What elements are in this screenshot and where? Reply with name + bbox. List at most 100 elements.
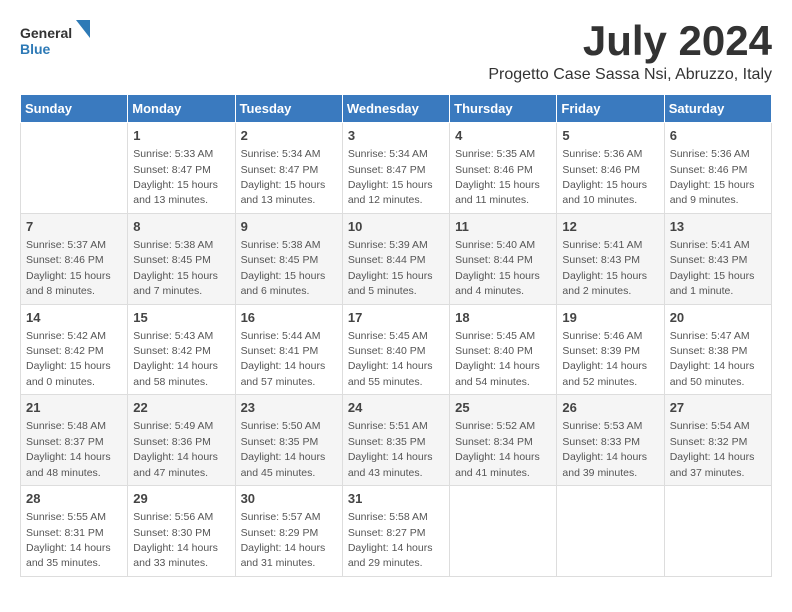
day-info: Sunrise: 5:42 AM Sunset: 8:42 PM Dayligh…: [26, 330, 111, 388]
calendar-cell: 15 Sunrise: 5:43 AM Sunset: 8:42 PM Dayli…: [128, 304, 235, 395]
calendar-cell: 29 Sunrise: 5:56 AM Sunset: 8:30 PM Dayli…: [128, 486, 235, 577]
day-number: 15: [133, 309, 229, 327]
day-info: Sunrise: 5:45 AM Sunset: 8:40 PM Dayligh…: [455, 330, 540, 388]
header-day-tuesday: Tuesday: [235, 95, 342, 123]
day-info: Sunrise: 5:57 AM Sunset: 8:29 PM Dayligh…: [241, 511, 326, 569]
header: General Blue July 2024 Progetto Case Sas…: [20, 20, 772, 84]
calendar-cell: 12 Sunrise: 5:41 AM Sunset: 8:43 PM Dayli…: [557, 213, 664, 304]
day-info: Sunrise: 5:48 AM Sunset: 8:37 PM Dayligh…: [26, 420, 111, 478]
day-number: 7: [26, 218, 122, 236]
calendar-cell: 22 Sunrise: 5:49 AM Sunset: 8:36 PM Dayli…: [128, 395, 235, 486]
day-info: Sunrise: 5:36 AM Sunset: 8:46 PM Dayligh…: [562, 148, 647, 206]
title-area: July 2024 Progetto Case Sassa Nsi, Abruz…: [488, 20, 772, 84]
day-info: Sunrise: 5:51 AM Sunset: 8:35 PM Dayligh…: [348, 420, 433, 478]
week-row-2: 7 Sunrise: 5:37 AM Sunset: 8:46 PM Daylig…: [21, 213, 772, 304]
day-number: 14: [26, 309, 122, 327]
calendar-cell: 14 Sunrise: 5:42 AM Sunset: 8:42 PM Dayli…: [21, 304, 128, 395]
calendar-table: SundayMondayTuesdayWednesdayThursdayFrid…: [20, 94, 772, 577]
week-row-5: 28 Sunrise: 5:55 AM Sunset: 8:31 PM Dayli…: [21, 486, 772, 577]
calendar-cell: 5 Sunrise: 5:36 AM Sunset: 8:46 PM Daylig…: [557, 123, 664, 214]
day-number: 18: [455, 309, 551, 327]
calendar-cell: 25Sunrise: 5:52 AM Sunset: 8:34 PM Dayli…: [450, 395, 557, 486]
day-number: 22: [133, 399, 229, 417]
calendar-cell: 31 Sunrise: 5:58 AM Sunset: 8:27 PM Dayli…: [342, 486, 449, 577]
svg-text:General: General: [20, 25, 72, 41]
calendar-cell: [664, 486, 771, 577]
calendar-cell: 7 Sunrise: 5:37 AM Sunset: 8:46 PM Daylig…: [21, 213, 128, 304]
calendar-cell: 17 Sunrise: 5:45 AM Sunset: 8:40 PM Dayli…: [342, 304, 449, 395]
calendar-cell: 6Sunrise: 5:36 AM Sunset: 8:46 PM Daylig…: [664, 123, 771, 214]
svg-text:Blue: Blue: [20, 41, 51, 57]
day-info: Sunrise: 5:37 AM Sunset: 8:46 PM Dayligh…: [26, 239, 111, 297]
day-info: Sunrise: 5:40 AM Sunset: 8:44 PM Dayligh…: [455, 239, 540, 297]
calendar-cell: 11 Sunrise: 5:40 AM Sunset: 8:44 PM Dayli…: [450, 213, 557, 304]
day-info: Sunrise: 5:52 AM Sunset: 8:34 PM Dayligh…: [455, 420, 540, 478]
day-number: 24: [348, 399, 444, 417]
calendar-cell: 4 Sunrise: 5:35 AM Sunset: 8:46 PM Daylig…: [450, 123, 557, 214]
week-row-3: 14 Sunrise: 5:42 AM Sunset: 8:42 PM Dayli…: [21, 304, 772, 395]
day-number: 11: [455, 218, 551, 236]
day-info: Sunrise: 5:54 AM Sunset: 8:32 PM Dayligh…: [670, 420, 755, 478]
calendar-cell: 18 Sunrise: 5:45 AM Sunset: 8:40 PM Dayli…: [450, 304, 557, 395]
calendar-cell: 8 Sunrise: 5:38 AM Sunset: 8:45 PM Daylig…: [128, 213, 235, 304]
week-row-1: 1Sunrise: 5:33 AM Sunset: 8:47 PM Daylig…: [21, 123, 772, 214]
calendar-cell: 27 Sunrise: 5:54 AM Sunset: 8:32 PM Dayli…: [664, 395, 771, 486]
subtitle: Progetto Case Sassa Nsi, Abruzzo, Italy: [488, 66, 772, 84]
day-number: 21: [26, 399, 122, 417]
day-info: Sunrise: 5:46 AM Sunset: 8:39 PM Dayligh…: [562, 330, 647, 388]
day-info: Sunrise: 5:39 AM Sunset: 8:44 PM Dayligh…: [348, 239, 433, 297]
day-number: 6: [670, 127, 766, 145]
calendar-cell: [450, 486, 557, 577]
day-number: 4: [455, 127, 551, 145]
day-info: Sunrise: 5:41 AM Sunset: 8:43 PM Dayligh…: [562, 239, 647, 297]
calendar-cell: 20Sunrise: 5:47 AM Sunset: 8:38 PM Dayli…: [664, 304, 771, 395]
logo: General Blue: [20, 20, 90, 64]
day-number: 12: [562, 218, 658, 236]
day-number: 16: [241, 309, 337, 327]
day-number: 13: [670, 218, 766, 236]
header-day-saturday: Saturday: [664, 95, 771, 123]
day-number: 19: [562, 309, 658, 327]
main-title: July 2024: [488, 20, 772, 62]
day-info: Sunrise: 5:45 AM Sunset: 8:40 PM Dayligh…: [348, 330, 433, 388]
day-info: Sunrise: 5:33 AM Sunset: 8:47 PM Dayligh…: [133, 148, 218, 206]
day-number: 10: [348, 218, 444, 236]
calendar-cell: 13 Sunrise: 5:41 AM Sunset: 8:43 PM Dayli…: [664, 213, 771, 304]
day-info: Sunrise: 5:43 AM Sunset: 8:42 PM Dayligh…: [133, 330, 218, 388]
day-info: Sunrise: 5:53 AM Sunset: 8:33 PM Dayligh…: [562, 420, 647, 478]
day-info: Sunrise: 5:44 AM Sunset: 8:41 PM Dayligh…: [241, 330, 326, 388]
day-info: Sunrise: 5:50 AM Sunset: 8:35 PM Dayligh…: [241, 420, 326, 478]
day-number: 17: [348, 309, 444, 327]
day-info: Sunrise: 5:47 AM Sunset: 8:38 PM Dayligh…: [670, 330, 755, 388]
calendar-cell: 26 Sunrise: 5:53 AM Sunset: 8:33 PM Dayli…: [557, 395, 664, 486]
day-number: 9: [241, 218, 337, 236]
day-number: 31: [348, 490, 444, 508]
day-number: 26: [562, 399, 658, 417]
day-number: 29: [133, 490, 229, 508]
day-info: Sunrise: 5:34 AM Sunset: 8:47 PM Dayligh…: [348, 148, 433, 206]
day-info: Sunrise: 5:58 AM Sunset: 8:27 PM Dayligh…: [348, 511, 433, 569]
day-number: 23: [241, 399, 337, 417]
day-info: Sunrise: 5:38 AM Sunset: 8:45 PM Dayligh…: [133, 239, 218, 297]
day-number: 2: [241, 127, 337, 145]
calendar-cell: [21, 123, 128, 214]
calendar-cell: 28 Sunrise: 5:55 AM Sunset: 8:31 PM Dayli…: [21, 486, 128, 577]
calendar-cell: 19 Sunrise: 5:46 AM Sunset: 8:39 PM Dayli…: [557, 304, 664, 395]
logo-svg: General Blue: [20, 20, 90, 64]
calendar-cell: 24 Sunrise: 5:51 AM Sunset: 8:35 PM Dayli…: [342, 395, 449, 486]
day-number: 5: [562, 127, 658, 145]
day-info: Sunrise: 5:41 AM Sunset: 8:43 PM Dayligh…: [670, 239, 755, 297]
day-number: 30: [241, 490, 337, 508]
day-info: Sunrise: 5:49 AM Sunset: 8:36 PM Dayligh…: [133, 420, 218, 478]
header-day-friday: Friday: [557, 95, 664, 123]
day-number: 27: [670, 399, 766, 417]
day-info: Sunrise: 5:56 AM Sunset: 8:30 PM Dayligh…: [133, 511, 218, 569]
header-day-monday: Monday: [128, 95, 235, 123]
header-row: SundayMondayTuesdayWednesdayThursdayFrid…: [21, 95, 772, 123]
calendar-cell: [557, 486, 664, 577]
week-row-4: 21 Sunrise: 5:48 AM Sunset: 8:37 PM Dayli…: [21, 395, 772, 486]
day-number: 8: [133, 218, 229, 236]
day-info: Sunrise: 5:35 AM Sunset: 8:46 PM Dayligh…: [455, 148, 540, 206]
day-number: 28: [26, 490, 122, 508]
day-info: Sunrise: 5:55 AM Sunset: 8:31 PM Dayligh…: [26, 511, 111, 569]
